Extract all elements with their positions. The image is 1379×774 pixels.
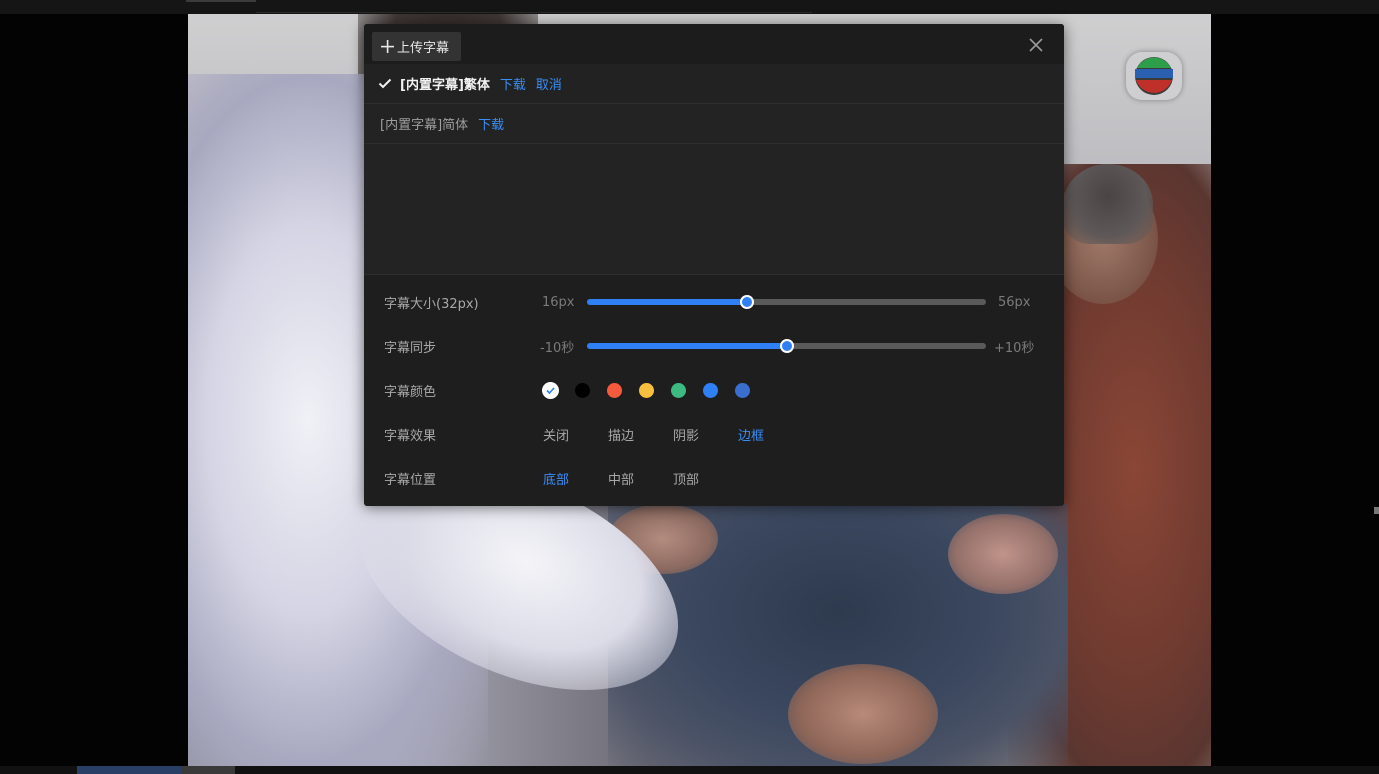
subtitle-name: [内置字幕]繁体 — [400, 78, 490, 93]
size-min-label: 16px — [542, 294, 575, 310]
effect-option-border[interactable]: 边框 — [738, 425, 764, 444]
position-setting-label: 字幕位置 — [384, 472, 437, 488]
size-slider[interactable] — [587, 295, 986, 309]
close-icon[interactable] — [1025, 34, 1047, 56]
size-slider-handle[interactable] — [739, 295, 754, 309]
check-icon — [546, 386, 555, 394]
upload-subtitle-button[interactable]: 上传字幕 — [372, 32, 462, 61]
sync-slider[interactable] — [587, 339, 986, 353]
subtitle-item-traditional[interactable]: [内置字幕]繁体 下载 取消 — [364, 64, 1064, 104]
top-divider — [256, 12, 812, 13]
subtitle-panel: 上传字幕 [内置字幕]繁体 下载 取消 [内置字幕]简体 下载 字幕大小(32p… — [364, 24, 1064, 506]
color-setting-row: 字幕颜色 — [364, 368, 1064, 412]
color-swatch-darkblue[interactable] — [735, 382, 750, 398]
position-option-bottom[interactable]: 底部 — [543, 469, 569, 488]
subtitle-settings: 字幕大小(32px) 16px 56px 字幕同步 -10秒 +10秒 字幕颜色… — [364, 274, 1064, 506]
effect-setting-label: 字幕效果 — [384, 428, 437, 444]
size-setting-row: 字幕大小(32px) 16px 56px — [364, 280, 1064, 324]
subtitle-download-link[interactable]: 下载 — [478, 114, 504, 133]
edge-handle — [1374, 507, 1379, 514]
effect-setting-row: 字幕效果 关闭 描边 阴影 边框 — [364, 412, 1064, 456]
subtitle-name: [内置字幕]简体 — [380, 118, 469, 133]
check-icon — [378, 78, 394, 89]
video-player: 上传字幕 [内置字幕]繁体 下载 取消 [内置字幕]简体 下载 字幕大小(32p… — [0, 0, 1379, 774]
upload-subtitle-label: 上传字幕 — [397, 41, 450, 56]
tv-channel-logo-icon — [1126, 52, 1182, 100]
sync-setting-row: 字幕同步 -10秒 +10秒 — [364, 324, 1064, 368]
effect-option-off[interactable]: 关闭 — [543, 425, 569, 444]
top-bar — [0, 0, 1379, 14]
color-swatch-blue[interactable] — [703, 382, 718, 398]
subtitle-download-link[interactable]: 下载 — [500, 74, 526, 93]
size-slider-fill — [587, 299, 747, 305]
color-swatch-black[interactable] — [575, 382, 590, 398]
progress-buffered — [181, 766, 235, 774]
effect-option-shadow[interactable]: 阴影 — [673, 425, 699, 444]
position-setting-row: 字幕位置 底部 中部 顶部 — [364, 456, 1064, 500]
position-option-top[interactable]: 顶部 — [673, 469, 699, 488]
subtitle-cancel-link[interactable]: 取消 — [536, 74, 562, 93]
color-swatch-red[interactable] — [607, 382, 622, 398]
sync-max-label: +10秒 — [994, 340, 1035, 356]
effect-option-stroke[interactable]: 描边 — [608, 425, 634, 444]
color-swatch-yellow[interactable] — [639, 382, 654, 398]
sync-min-label: -10秒 — [540, 340, 575, 356]
sync-setting-label: 字幕同步 — [384, 340, 437, 356]
sync-slider-handle[interactable] — [779, 339, 794, 353]
color-setting-label: 字幕颜色 — [384, 384, 437, 400]
subtitle-item-simplified[interactable]: [内置字幕]简体 下载 — [364, 104, 1064, 144]
color-swatch-green[interactable] — [671, 382, 686, 398]
top-tab-indicator — [186, 0, 256, 2]
panel-header: 上传字幕 — [364, 24, 1064, 64]
plus-icon — [381, 40, 394, 53]
size-max-label: 56px — [998, 294, 1031, 310]
position-option-middle[interactable]: 中部 — [608, 469, 634, 488]
size-setting-label: 字幕大小(32px) — [384, 296, 479, 312]
color-swatch-white[interactable] — [543, 382, 558, 398]
sync-slider-fill — [587, 343, 787, 349]
progress-played — [77, 766, 181, 774]
